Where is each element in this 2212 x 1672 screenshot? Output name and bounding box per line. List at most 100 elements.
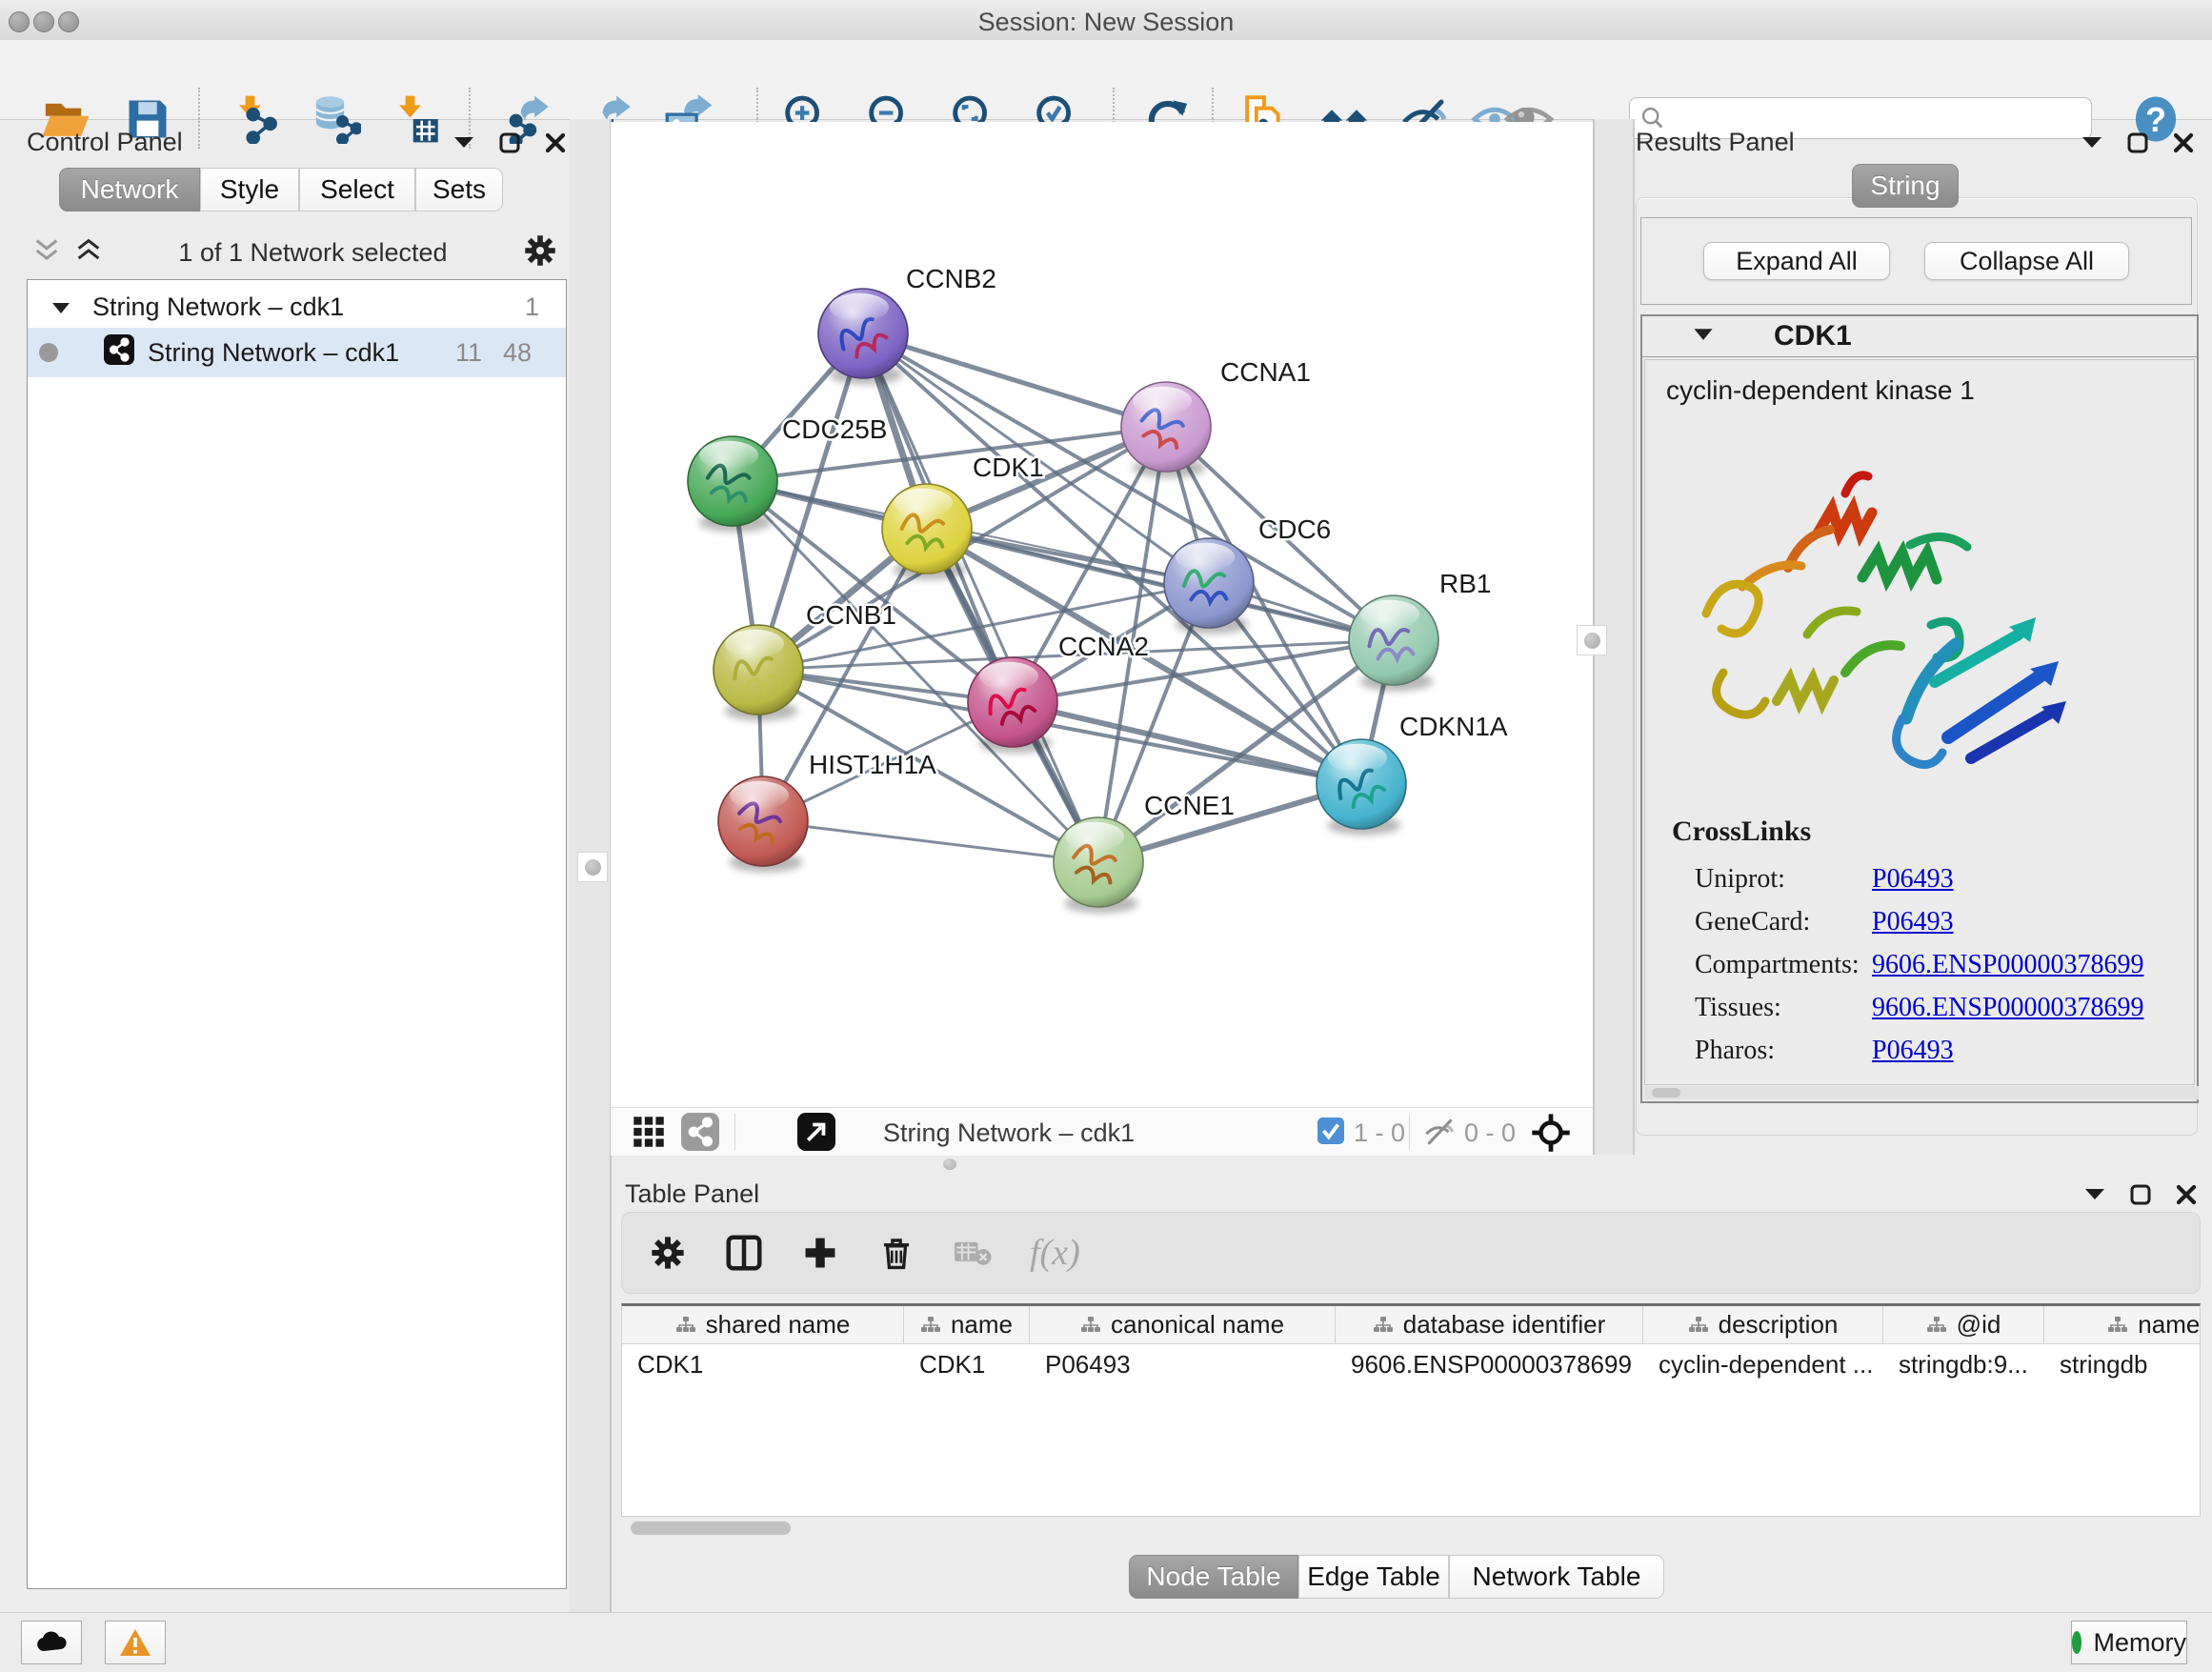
table-cell[interactable]: CDK1 xyxy=(904,1344,1030,1384)
table-cell[interactable]: 9606.ENSP00000378699 xyxy=(1336,1344,1643,1384)
table-h-scrollbar-thumb[interactable] xyxy=(631,1521,791,1535)
table-h-scrollbar[interactable] xyxy=(621,1521,2201,1536)
tab-network-table[interactable]: Network Table xyxy=(1449,1555,1664,1599)
node-CCNA1[interactable] xyxy=(1121,382,1211,478)
collapse-all-button[interactable]: Collapse All xyxy=(1924,242,2129,280)
collapse-panel-icon[interactable] xyxy=(2080,131,2104,155)
network-options-gear-icon[interactable] xyxy=(523,233,557,272)
crosslink-link[interactable]: 9606.ENSP00000378699 xyxy=(1872,986,2143,1029)
horizontal-splitter[interactable] xyxy=(610,1155,1593,1174)
gene-expander-icon[interactable] xyxy=(1692,326,1715,347)
crosslink-link[interactable]: P06493 xyxy=(1872,900,1954,943)
tab-network[interactable]: Network xyxy=(59,168,200,212)
collapse-panel-icon[interactable] xyxy=(2082,1182,2107,1207)
tab-string[interactable]: String xyxy=(1852,164,1959,208)
table-cell[interactable]: cyclin-dependent ... xyxy=(1643,1344,1883,1384)
window-title: Session: New Session xyxy=(0,8,2212,37)
column-header-shared-name[interactable]: shared name xyxy=(622,1306,904,1344)
node-CCNB1[interactable] xyxy=(714,625,803,721)
cloud-status-button[interactable] xyxy=(21,1621,82,1664)
table-cell[interactable]: stringdb:9... xyxy=(1883,1344,2044,1384)
table-row[interactable]: CDK1CDK1P064939606.ENSP00000378699cyclin… xyxy=(622,1344,2200,1384)
hidden-node-edge-counts: 0 - 0 xyxy=(1464,1118,1516,1148)
close-panel-icon[interactable] xyxy=(2171,131,2196,155)
node-label-CDC6: CDC6 xyxy=(1258,514,1331,544)
expand-all-button[interactable]: Expand All xyxy=(1703,242,1890,280)
gene-card-header[interactable]: CDK1 xyxy=(1642,316,2197,357)
network-canvas[interactable]: CCNB2CCNA1CDC25BCDK1CDC6RB1CCNB1CCNA2CDK… xyxy=(610,122,1594,1107)
add-column-icon[interactable] xyxy=(801,1234,839,1272)
string-tab-icon[interactable] xyxy=(681,1113,719,1156)
memory-button[interactable]: Memory xyxy=(2071,1621,2187,1664)
hidden-eye-icon[interactable] xyxy=(1422,1116,1457,1153)
table-toolbar: f(x) xyxy=(621,1212,2201,1294)
show-columns-icon[interactable] xyxy=(725,1234,763,1272)
node-RB1[interactable] xyxy=(1349,595,1438,692)
node-HIST1H1A[interactable] xyxy=(718,776,808,873)
collapse-all-tree-icon[interactable] xyxy=(74,238,103,268)
crosslink-row: Uniprot:P06493 xyxy=(1695,857,2190,900)
crosslink-link[interactable]: P06493 xyxy=(1872,857,1954,900)
table-cell[interactable]: CDK1 xyxy=(622,1344,904,1384)
selected-checkbox-icon[interactable] xyxy=(1317,1118,1344,1149)
column-header-@id[interactable]: @id xyxy=(1883,1306,2044,1344)
tab-node-table[interactable]: Node Table xyxy=(1129,1555,1298,1599)
network-selection-status: 1 of 1 Network selected xyxy=(103,238,523,268)
node-label-CDKN1A: CDKN1A xyxy=(1399,712,1508,741)
node-CDKN1A[interactable] xyxy=(1317,739,1406,836)
delete-column-icon[interactable] xyxy=(877,1234,915,1272)
collapse-panel-icon[interactable] xyxy=(452,131,476,155)
node-CCNE1[interactable] xyxy=(1054,817,1143,914)
close-panel-icon[interactable] xyxy=(543,131,568,155)
tab-edge-table[interactable]: Edge Table xyxy=(1298,1555,1449,1599)
results-panel-window-buttons xyxy=(2080,131,2196,155)
crosslink-link[interactable]: P06493 xyxy=(1872,1029,1954,1072)
table-panel-window-buttons xyxy=(2082,1182,2199,1207)
control-panel-window-buttons xyxy=(452,131,568,155)
main-toolbar: ? xyxy=(0,40,2212,120)
column-header-database-identifier[interactable]: database identifier xyxy=(1336,1306,1643,1344)
horizontal-splitter-handle[interactable] xyxy=(943,1158,956,1170)
gene-description: cyclin-dependent kinase 1 xyxy=(1666,375,1975,406)
left-splitter-handle[interactable] xyxy=(577,852,608,882)
float-panel-icon[interactable] xyxy=(2128,1182,2153,1207)
table-options-gear-icon[interactable] xyxy=(649,1234,687,1272)
network-row-selected[interactable]: String Network – cdk1 11 48 xyxy=(28,328,566,377)
tab-style[interactable]: Style xyxy=(200,168,299,212)
node-table: shared namenamecanonical namedatabase id… xyxy=(621,1303,2201,1517)
right-splitter-handle[interactable] xyxy=(1577,625,1607,655)
float-panel-icon[interactable] xyxy=(497,131,522,155)
control-panel-tabs: NetworkStyleSelectSets xyxy=(59,168,503,212)
float-panel-icon[interactable] xyxy=(2125,131,2150,155)
status-bar: Memory xyxy=(0,1612,2212,1672)
warning-icon xyxy=(119,1628,151,1657)
gene-card-scrollbar[interactable] xyxy=(1644,1086,2199,1099)
node-CDC25B[interactable] xyxy=(688,436,777,533)
node-label-CCNB2: CCNB2 xyxy=(906,264,996,293)
tab-select[interactable]: Select xyxy=(299,168,415,212)
close-panel-icon[interactable] xyxy=(2174,1182,2199,1207)
column-header-description[interactable]: description xyxy=(1643,1306,1883,1344)
network-status-dot xyxy=(39,343,58,362)
table-cell[interactable]: stringdb xyxy=(2044,1344,2201,1384)
column-header-name[interactable]: name xyxy=(904,1306,1030,1344)
grid-view-icon[interactable] xyxy=(632,1115,666,1154)
fit-content-crosshair-icon[interactable] xyxy=(1531,1113,1571,1158)
crosslink-row: Tissues:9606.ENSP00000378699 xyxy=(1695,986,2190,1029)
node-count: 11 xyxy=(455,338,482,368)
tab-sets[interactable]: Sets xyxy=(415,168,503,212)
node-CDK1[interactable] xyxy=(882,484,972,580)
edge-CCNB2-CCNE1 xyxy=(863,333,1098,862)
column-header-canonical-name[interactable]: canonical name xyxy=(1030,1306,1336,1344)
warnings-button[interactable] xyxy=(105,1621,166,1664)
function-builder-icon-disabled: f(x) xyxy=(1030,1232,1080,1274)
column-header-namespace[interactable]: namespace xyxy=(2044,1306,2201,1344)
network-collection-row[interactable]: String Network – cdk1 1 xyxy=(28,280,566,328)
tree-expander-icon[interactable] xyxy=(50,292,71,322)
expand-all-tree-icon[interactable] xyxy=(32,238,61,268)
crosslink-link[interactable]: 9606.ENSP00000378699 xyxy=(1872,943,2143,986)
table-cell[interactable]: P06493 xyxy=(1030,1344,1336,1384)
node-label-CDC25B: CDC25B xyxy=(782,414,887,444)
birds-eye-view-icon[interactable] xyxy=(797,1113,835,1156)
string-network-graph[interactable]: CCNB2CCNA1CDC25BCDK1CDC6RB1CCNB1CCNA2CDK… xyxy=(611,122,1594,1107)
